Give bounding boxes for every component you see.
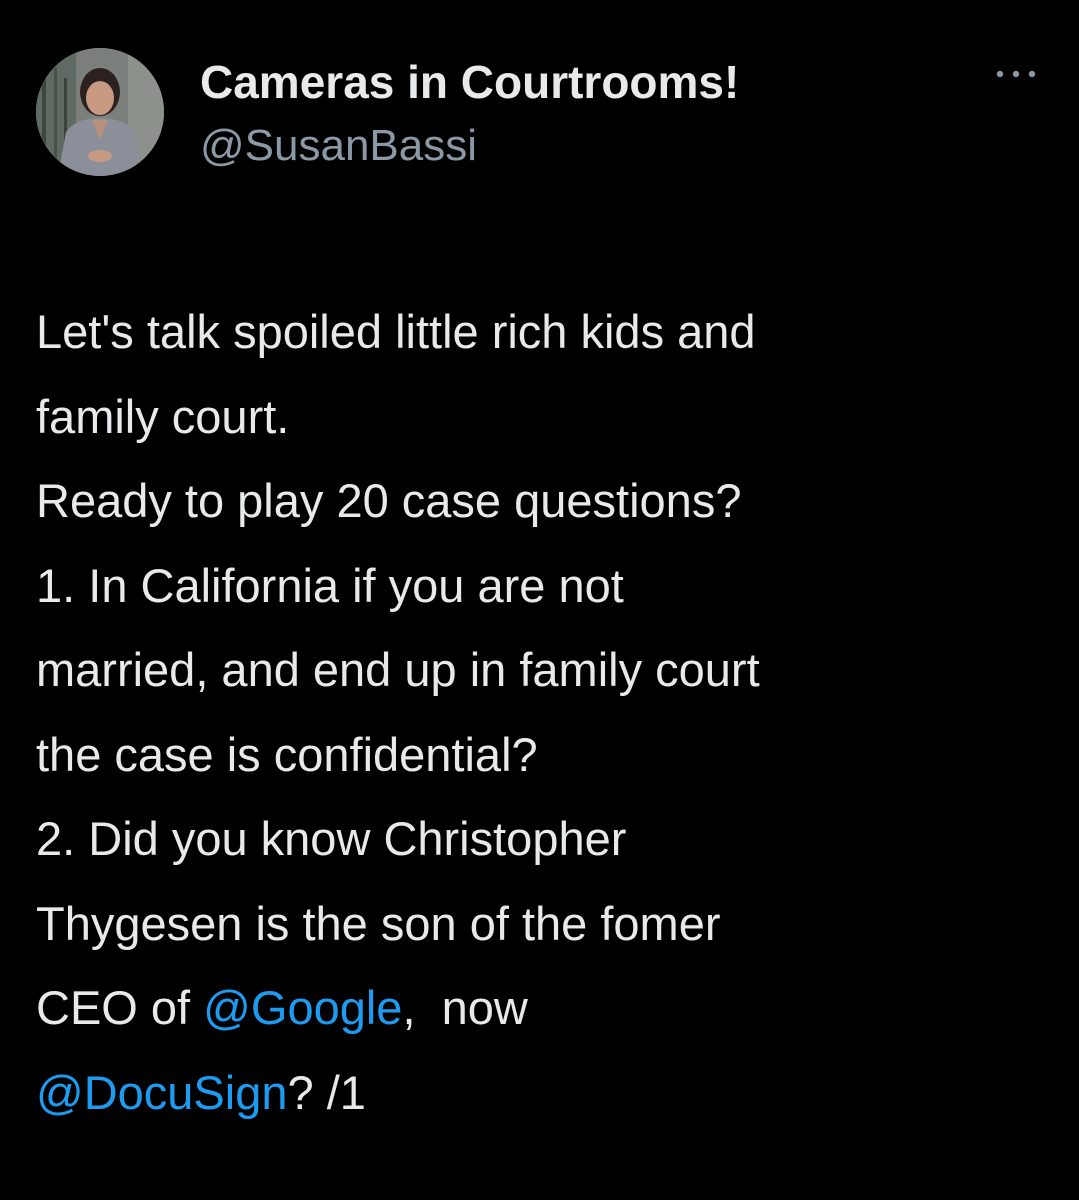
more-options-button[interactable] (986, 54, 1046, 94)
tweet-text: Let's talk spoiled little rich kids and … (36, 290, 1046, 1135)
tweet-text-segment: ? /1 (287, 1065, 366, 1119)
tweet-line: Let's talk spoiled little rich kids and (36, 305, 756, 358)
mention-docusign-link[interactable]: @DocuSign (36, 1066, 288, 1119)
more-horizontal-icon (996, 70, 1036, 78)
mention-google-link[interactable]: @Google (203, 981, 402, 1034)
user-avatar-photo (36, 48, 164, 176)
author-identity: Cameras in Courtrooms! @SusanBassi (200, 48, 739, 174)
author-avatar[interactable] (36, 48, 164, 176)
author-handle[interactable]: @SusanBassi (200, 118, 739, 174)
tweet-line: married, and end up in family court (36, 643, 760, 696)
tweet-line: 2. Did you know Christopher (36, 812, 627, 865)
tweet-line: Thygesen is the son of the fomer (36, 896, 721, 950)
tweet-line: family court. (36, 389, 290, 443)
tweet-line: CEO of @Google, now (36, 966, 1046, 1051)
tweet-line: 1. In California if you are not (36, 558, 624, 612)
tweet-text-segment: CEO of (36, 981, 204, 1034)
tweet-line: @DocuSign? /1 (36, 1051, 1046, 1136)
tweet-header: Cameras in Courtrooms! @SusanBassi (36, 48, 1046, 188)
tweet-line: Ready to play 20 case questions? (36, 474, 742, 527)
tweet-card: Cameras in Courtrooms! @SusanBassi Let's… (0, 0, 1079, 1200)
tweet-line: the case is confidential? (36, 727, 538, 781)
author-display-name[interactable]: Cameras in Courtrooms! (200, 54, 739, 110)
tweet-text-segment: , now (402, 981, 528, 1034)
